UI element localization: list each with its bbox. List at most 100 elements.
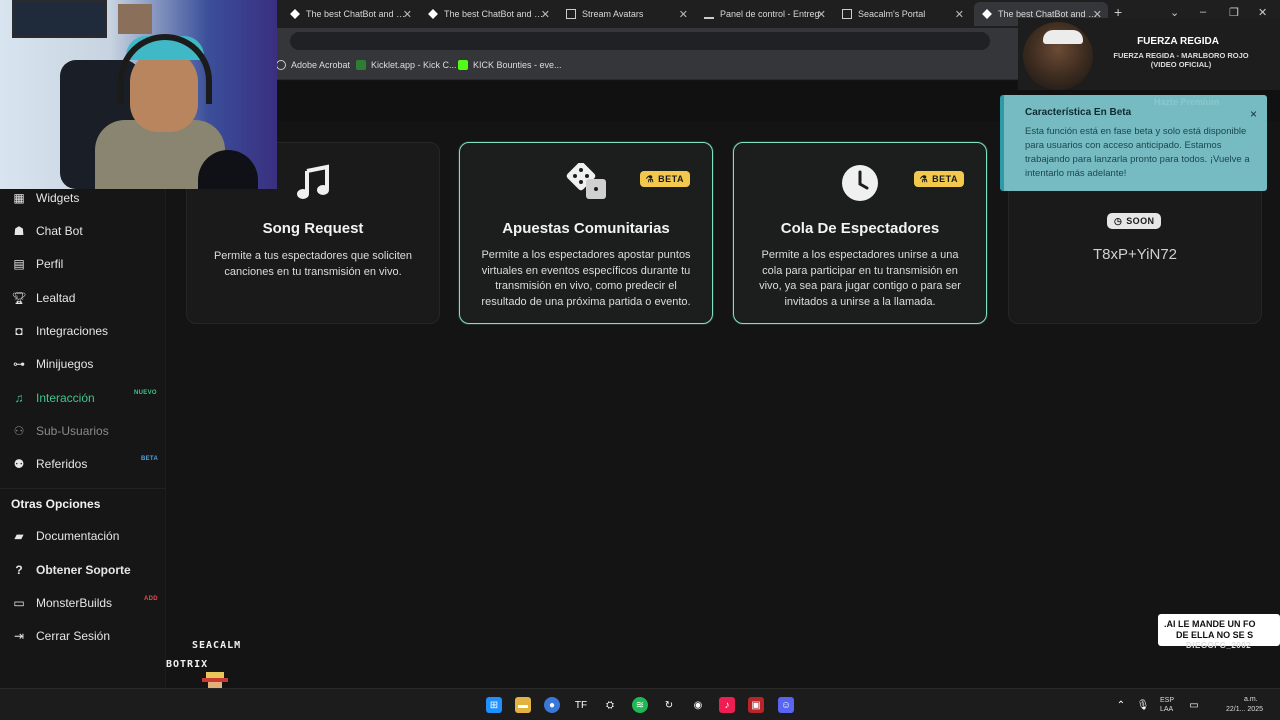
tab-label: Seacalm's Portal [858,9,926,19]
gamepad-icon: ⊶ [13,357,25,371]
clock-small-icon: ◷ [1114,215,1123,226]
close-tab-icon[interactable]: ✕ [679,8,688,21]
sidebar-item-label: Perfil [36,257,64,271]
diamond-icon [982,9,992,19]
sidebar-item-chat-bot[interactable]: ☗ Chat Bot [12,221,83,241]
sidebar-item-integraciones[interactable]: ◘ Integraciones [12,321,108,341]
robot-icon: ☗ [13,224,25,238]
logout-icon: ⇥ [13,629,25,643]
sidebar-item-minijuegos[interactable]: ⊶ Minijuegos [12,354,93,374]
tab-chatbot-1[interactable]: The best ChatBot and Wi ✕ [282,2,418,26]
chat-message-line2: DE ELLA NO SE S [1176,630,1254,640]
microphone-tray-icon[interactable]: 🎙︎ [1135,697,1151,713]
card-apuestas-comunitarias[interactable]: ⚗ BETA Apuestas Comunitarias Permite a lo… [459,142,713,324]
screen: The best ChatBot and Wi ✕ The best ChatB… [0,0,1280,720]
sidebar-item-documentacion[interactable]: ▰ Documentación [12,526,119,546]
sidebar-item-label: Integraciones [36,324,109,338]
trophy-icon: 🏆︎ [11,291,27,305]
url-field[interactable] [290,32,990,50]
kicklet-icon [356,60,366,70]
tiktok-icon[interactable]: ♪ [719,697,735,713]
soon-label: SOON [1126,216,1155,226]
close-tab-icon[interactable]: ✕ [817,8,826,21]
sidebar-item-widgets[interactable]: ▦ Widgets [12,188,79,208]
file-explorer-icon[interactable]: ▬ [515,697,531,713]
now-playing-subtitle: FUERZA REGIDA - MARLBORO ROJO (VIDEO OFI… [1113,51,1249,69]
tab-seacalm-portal[interactable]: Seacalm's Portal ✕ [834,2,970,26]
clock-time[interactable]: a.m. [1244,695,1258,704]
bookmark-label: Kicklet.app - Kick C... [371,60,457,70]
spotify-icon[interactable]: ≋ [632,697,648,713]
app-tf-icon[interactable]: TF [573,697,589,713]
bot-label-line1: SEACALM [192,640,242,651]
diamond-icon [428,9,438,19]
beta-feature-toast: Hazte Premium Característica En Beta Est… [1000,95,1267,191]
sidebar-section-title: Otras Opciones [11,497,101,511]
music-icon: ♫ [14,391,24,405]
close-tab-icon[interactable]: ✕ [955,8,964,21]
sidebar-item-perfil[interactable]: ▤ Perfil [12,254,63,274]
card-cola-espectadores[interactable]: ⚗ BETA Cola De Espectadores Permite a los… [733,142,987,324]
bookmark-adobe-acrobat[interactable]: Adobe Acrobat [276,60,350,70]
album-art [1023,22,1093,90]
sidebar-item-monsterbuilds[interactable]: ▭ MonsterBuilds [12,593,112,613]
card-description: Permite a los espectadores unirse a una … [759,249,961,308]
tab-panel-control[interactable]: Panel de control - Entreg ✕ [696,2,832,26]
sidebar-item-lealtad[interactable]: 🏆︎ Lealtad [11,288,75,308]
beta-badge: BETA [141,456,159,462]
acrobat-icon [276,60,286,70]
card-code: T8xP+YiN72 [1092,246,1178,263]
chrome-icon[interactable]: ● [544,697,560,713]
tray-chevron-icon[interactable]: ⌃ [1113,697,1129,713]
bookmark-label: Adobe Acrobat [291,60,351,70]
discord-icon[interactable]: ☺ [778,697,794,713]
bookmark-label: KICK Bounties - eve... [473,60,562,70]
sidebar-item-cerrar-sesion[interactable]: ⇥ Cerrar Sesión [12,626,110,646]
premium-link[interactable]: Hazte Premium [1154,97,1219,107]
card-title: Cola De Espectadores [780,220,940,237]
referral-icon: ⚉ [13,457,25,471]
clock-date[interactable]: 22/1... 2025 [1226,705,1263,714]
app-red-icon[interactable]: ▣ [748,697,764,713]
kick-icon [458,60,468,70]
now-playing-overlay: FUERZA REGIDA FUERZA REGIDA - MARLBORO R… [1018,18,1280,90]
new-badge: NUEVO [134,390,157,396]
language-indicator-top[interactable]: ESP [1160,696,1174,705]
sidebar-item-label: Interacción [36,391,95,405]
steam-icon[interactable]: ⛭ [602,697,618,713]
network-icon[interactable]: ▭ [1186,697,1202,713]
sidebar-item-interaccion[interactable]: ♫ Interacción [12,388,95,408]
windows-start-icon[interactable]: ⊞ [486,697,502,713]
profile-icon: ▤ [13,257,25,271]
album-art-hat [1043,30,1083,44]
plug-icon: ◘ [15,324,23,338]
language-indicator-bottom[interactable]: LAA [1160,705,1173,714]
sidebar-item-obtener-soporte[interactable]: ? Obtener Soporte [12,560,130,580]
portal-icon [842,9,852,19]
obs-icon[interactable]: ◉ [690,697,706,713]
app-cycle-icon[interactable]: ↻ [661,697,677,713]
close-tab-icon[interactable]: ✕ [403,8,412,21]
tab-label: The best ChatBot and Wi [306,9,406,19]
now-playing-title: FUERZA REGIDA [1137,36,1219,47]
chat-message-line1: .AI LE MANDE UN FO [1164,619,1256,629]
soon-badge: ◷ SOON [1107,213,1162,229]
monitor-icon: ▭ [13,596,25,610]
close-icon[interactable]: × [1250,107,1257,121]
minimize-icon[interactable]: – [1200,6,1206,18]
close-tab-icon[interactable]: ✕ [541,8,550,21]
sidebar-item-label: Chat Bot [36,224,83,238]
tab-label: Stream Avatars [582,9,644,19]
beta-badge: ⚗ BETA [639,171,690,187]
sidebar-item-sub-usuarios[interactable]: ⚇ Sub-Usuarios [12,421,109,441]
bookmark-kicklet[interactable]: Kicklet.app - Kick C... [356,60,457,70]
users-icon: ⚇ [13,424,25,438]
sidebar-item-label: Widgets [36,191,80,205]
bookmark-kick-bounties[interactable]: KICK Bounties - eve... [458,60,562,70]
tab-chatbot-2[interactable]: The best ChatBot and Wi ✕ [420,2,556,26]
tab-stream-avatars[interactable]: Stream Avatars ✕ [558,2,694,26]
ad-badge: ADD [144,596,158,602]
toast-title: Característica En Beta [1025,107,1132,118]
sidebar-item-label: Minijuegos [36,357,94,371]
sidebar-item-referidos[interactable]: ⚉ Referidos [12,454,88,474]
